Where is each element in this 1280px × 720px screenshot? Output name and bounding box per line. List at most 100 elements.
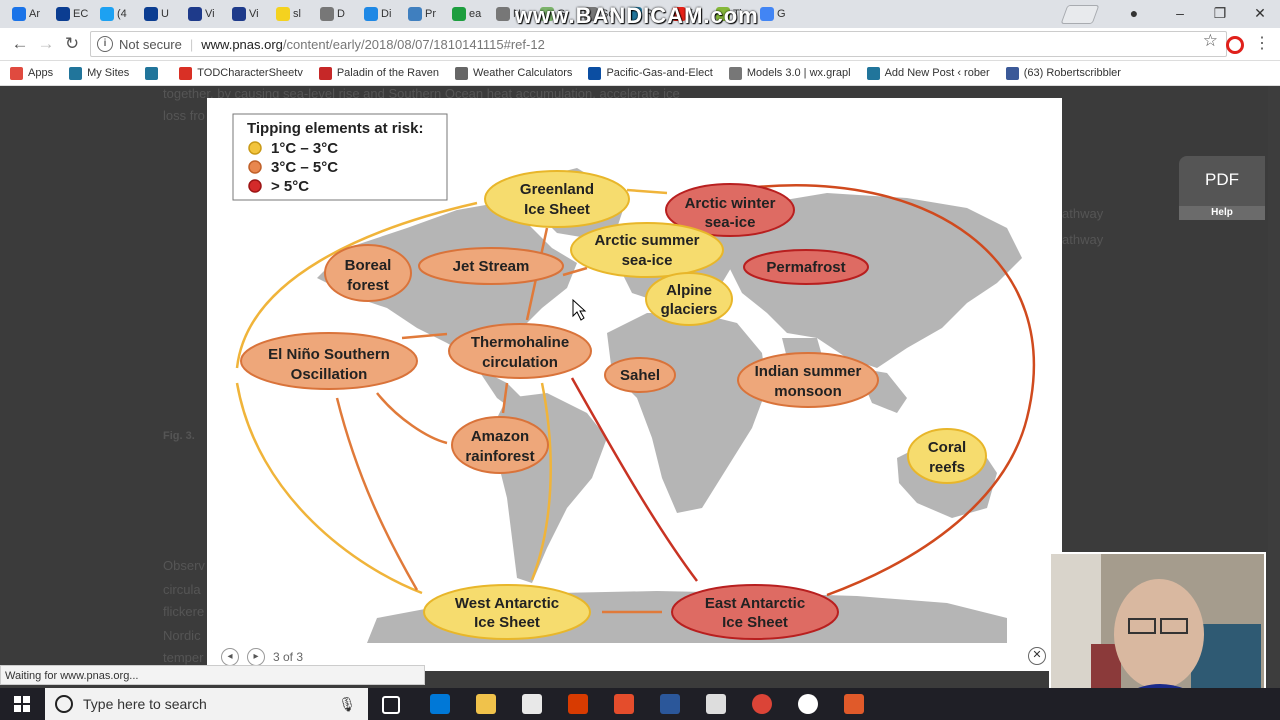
side-text: athway [1062,206,1104,221]
bookmark-label: Add New Post ‹ rober [884,67,990,79]
tab-favicon-icon [760,7,774,21]
file-explorer-icon[interactable] [476,694,496,714]
label-enso-1: El Niño Southern [268,346,390,363]
legend-label-mid: 3°C – 5°C [271,159,338,176]
taskbar-search[interactable]: Type here to search 🎙 [45,688,368,720]
label-sahel: Sahel [620,367,660,384]
forward-arrow-icon[interactable]: → [36,34,56,54]
label-arctic-summer-1: Arctic summer [594,232,699,249]
tab-label: Di [381,8,392,20]
tab-favicon-icon [56,7,70,21]
browser-tab[interactable]: G [760,2,793,26]
next-arrow-icon[interactable]: ▸ [247,648,265,666]
label-permafrost: Permafrost [766,259,845,276]
legend-label-low: 1°C – 3°C [271,140,338,157]
app-icon[interactable] [568,694,588,714]
label-greenland-1: Greenland [520,181,594,198]
bookmark-item[interactable]: (63) Robertscribbler [1005,66,1121,80]
pdf-widget[interactable]: PDF Help [1179,156,1265,220]
bookmark-item[interactable]: TODCharacterSheetv [179,66,303,80]
label-boreal-1: Boreal [345,257,392,274]
browser-tab[interactable]: D [320,2,353,26]
bookmark-label: Weather Calculators [472,67,573,79]
microphone-icon[interactable]: 🎙 [338,696,356,713]
close-modal-button[interactable]: ✕ [1028,647,1046,665]
label-thermohaline-2: circulation [482,354,558,371]
chrome-icon[interactable] [752,694,772,714]
tab-label: sl [293,8,301,20]
bookmark-label: Models 3.0 | wx.grapl [746,67,851,79]
bookmark-star-icon[interactable]: ☆ [1203,31,1218,51]
bookmark-item[interactable]: Models 3.0 | wx.grapl [728,66,851,80]
label-enso-2: Oscillation [291,366,368,383]
fig-label: Fig. 3. [163,430,195,442]
browser-tab[interactable]: Ar [12,2,45,26]
bookmark-item[interactable]: Add New Post ‹ rober [866,66,990,80]
browser-tab[interactable]: Di [364,2,397,26]
bookmark-label: Paladin of the Raven [336,67,439,79]
bookmark-item[interactable]: Weather Calculators [454,66,573,80]
help-button[interactable]: Help [1179,206,1265,220]
bookmark-favicon-icon [454,66,468,80]
browser-tab[interactable]: (4 [100,2,133,26]
label-arctic-summer-2: sea-ice [622,252,673,269]
bookmark-item[interactable] [145,66,163,80]
close-window-button[interactable]: ✕ [1250,4,1270,22]
tab-label: G [777,8,786,20]
record-icon[interactable] [798,694,818,714]
reload-icon[interactable]: ↻ [62,34,82,54]
legend-label-high: > 5°C [271,178,309,195]
app-icon[interactable] [614,694,634,714]
bookmark-item[interactable]: Pacific-Gas-and-Elect [588,66,713,80]
label-wais-2: Ice Sheet [474,614,540,631]
node-coral: Coral reefs [907,428,987,484]
label-jetstream: Jet Stream [453,258,530,275]
browser-tab[interactable]: U [144,2,177,26]
label-arctic-winter-1: Arctic winter [685,195,776,212]
word-icon[interactable] [660,694,680,714]
label-wais-1: West Antarctic [455,595,559,612]
tab-favicon-icon [496,7,510,21]
app-icon[interactable] [844,694,864,714]
page-scrollbar[interactable] [1268,86,1280,688]
minimize-button[interactable]: – [1170,4,1190,22]
node-arctic-summer: Arctic summer sea-ice [570,222,724,278]
node-permafrost: Permafrost [743,249,869,285]
bookmark-item[interactable]: Apps [10,66,54,80]
browser-tab[interactable]: Vi [188,2,221,26]
browser-tab[interactable]: ea [452,2,485,26]
legend: Tipping elements at risk: 1°C – 3°C 3°C … [232,113,448,201]
browser-tab[interactable]: Vi [232,2,265,26]
bookmark-favicon-icon [69,66,83,80]
tab-favicon-icon [452,7,466,21]
prev-arrow-icon[interactable]: ◂ [221,648,239,666]
edge-icon[interactable] [430,694,450,714]
tab-favicon-icon [100,7,114,21]
tab-favicon-icon [232,7,246,21]
maximize-button[interactable]: ❐ [1210,4,1230,22]
tab-label: Ar [29,8,40,20]
browser-tab[interactable]: sl [276,2,309,26]
bandicam-watermark: www.BANDICAM.com [515,3,759,28]
info-icon[interactable]: i [97,36,113,52]
windows-start-icon[interactable] [14,696,30,712]
mail-icon[interactable] [706,694,726,714]
profile-icon[interactable]: ● [1124,4,1144,22]
tab-favicon-icon [12,7,26,21]
bookmark-item[interactable]: Paladin of the Raven [318,66,439,80]
label-amazon-2: rainforest [465,448,534,465]
menu-icon[interactable]: ⋮ [1254,33,1270,53]
bookmark-favicon-icon [145,66,159,80]
opera-extension-icon[interactable] [1226,36,1244,54]
store-icon[interactable] [522,694,542,714]
node-sahel: Sahel [604,357,676,393]
task-view-icon[interactable] [382,696,400,714]
tab-favicon-icon [320,7,334,21]
bookmark-item[interactable]: My Sites [69,66,129,80]
address-bar[interactable]: i Not secure | www.pnas.org/content/earl… [90,31,1227,57]
browser-tab[interactable]: Pr [408,2,441,26]
back-arrow-icon[interactable]: ← [10,34,30,54]
browser-tab[interactable]: EC [56,2,89,26]
bookmark-label: Apps [28,67,54,79]
figure-modal: Greenland Ice Sheet Arctic winter sea-ic… [207,98,1062,671]
